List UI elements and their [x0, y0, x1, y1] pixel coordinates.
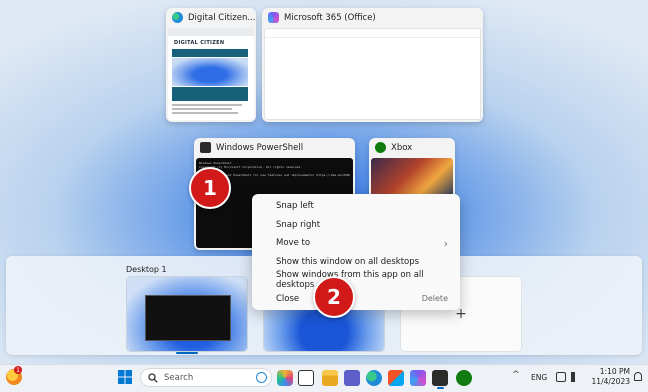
- window-card-title: Digital Citizen...: [188, 12, 256, 23]
- window-card-digital-citizen[interactable]: Digital Citizen... DIGITAL CITIZEN: [166, 8, 256, 122]
- window-thumbnail: [371, 158, 453, 196]
- desktop-1-active-indicator: [176, 352, 198, 354]
- menu-item-show-app-all-desktops[interactable]: Show windows from this app on all deskto…: [252, 270, 460, 291]
- desktop-1-window-preview: [145, 295, 231, 341]
- clock-time: 1:10 PM: [599, 367, 630, 376]
- desktop-1-label: Desktop 1: [126, 265, 167, 274]
- window-card-header: Xbox: [369, 138, 455, 157]
- menu-item-label: Show windows from this app on all deskto…: [276, 270, 424, 291]
- chevron-right-icon: ›: [443, 236, 448, 250]
- network-icon[interactable]: [556, 372, 566, 382]
- window-card-microsoft365[interactable]: Microsoft 365 (Office): [262, 8, 483, 122]
- file-explorer-icon[interactable]: [322, 370, 338, 386]
- menu-item-label: Snap right: [276, 219, 321, 230]
- menu-item-label: Snap left: [276, 201, 314, 212]
- xbox-icon[interactable]: [456, 370, 472, 386]
- window-card-header: Microsoft 365 (Office): [262, 8, 483, 27]
- menu-item-move-to[interactable]: Move to ›: [252, 234, 460, 253]
- language-indicator[interactable]: ENG: [531, 373, 547, 382]
- menu-item-label: Move to: [276, 238, 311, 249]
- window-card-title: Microsoft 365 (Office): [284, 12, 376, 23]
- window-card-title: Windows PowerShell: [216, 142, 304, 153]
- window-card-title: Xbox: [391, 142, 413, 153]
- copilot-icon[interactable]: [277, 370, 293, 386]
- page-brand: DIGITAL CITIZEN: [174, 40, 225, 46]
- volume-icon[interactable]: [571, 372, 581, 382]
- edge-icon: [172, 12, 183, 23]
- browser-toolbar: [168, 28, 254, 36]
- menu-item-close[interactable]: Close Delete: [252, 290, 460, 309]
- text-line: [172, 108, 232, 110]
- search-icon: [148, 372, 158, 383]
- menu-item-accelerator: Delete: [421, 294, 448, 304]
- clock-date: 11/4/2023: [591, 377, 630, 386]
- window-card-header: Digital Citizen...: [166, 8, 256, 27]
- microsoft365-icon: [268, 12, 279, 23]
- text-line: [172, 104, 242, 106]
- window-thumbnail: [264, 28, 481, 120]
- windows-logo-icon: [118, 370, 132, 384]
- window-thumbnail: DIGITAL CITIZEN: [168, 28, 254, 120]
- app-titlebar: [265, 29, 480, 38]
- taskbar-search-box[interactable]: Search: [140, 368, 272, 387]
- notification-bell-icon[interactable]: [634, 372, 642, 381]
- window-card-xbox[interactable]: Xbox: [369, 138, 455, 198]
- desktop-1-thumbnail[interactable]: [127, 277, 247, 351]
- menu-item-label: Close: [276, 293, 300, 304]
- page-hero-image: [172, 58, 248, 86]
- clock[interactable]: 1:10 PM 11/4/2023: [590, 367, 630, 387]
- window-card-header: Windows PowerShell: [194, 138, 355, 157]
- microsoft365-icon[interactable]: [410, 370, 426, 386]
- menu-item-snap-left[interactable]: Snap left: [252, 197, 460, 216]
- xbox-icon: [375, 142, 386, 153]
- page-nav: [172, 49, 248, 57]
- bing-icon: [256, 372, 267, 383]
- terminal-icon[interactable]: [432, 370, 448, 386]
- window-context-menu: Snap left Snap right Move to › Show this…: [252, 194, 460, 310]
- page-banner: [172, 87, 248, 101]
- widgets-notification-badge: 1: [14, 366, 22, 374]
- callout-badge-2: 2: [313, 276, 355, 318]
- edge-icon[interactable]: [366, 370, 382, 386]
- chevron-up-icon[interactable]: ^: [512, 370, 520, 380]
- callout-badge-1: 1: [189, 167, 231, 209]
- search-placeholder: Search: [164, 372, 194, 383]
- menu-item-snap-right[interactable]: Snap right: [252, 216, 460, 235]
- running-app-indicator: [437, 387, 444, 389]
- menu-item-show-window-all-desktops[interactable]: Show this window on all desktops: [252, 253, 460, 272]
- terminal-icon: [200, 142, 211, 153]
- menu-item-label: Show this window on all desktops: [276, 256, 420, 267]
- task-view-icon[interactable]: [298, 370, 314, 386]
- store-icon[interactable]: [388, 370, 404, 386]
- text-line: [172, 112, 238, 114]
- teams-icon[interactable]: [344, 370, 360, 386]
- start-button[interactable]: [118, 370, 132, 384]
